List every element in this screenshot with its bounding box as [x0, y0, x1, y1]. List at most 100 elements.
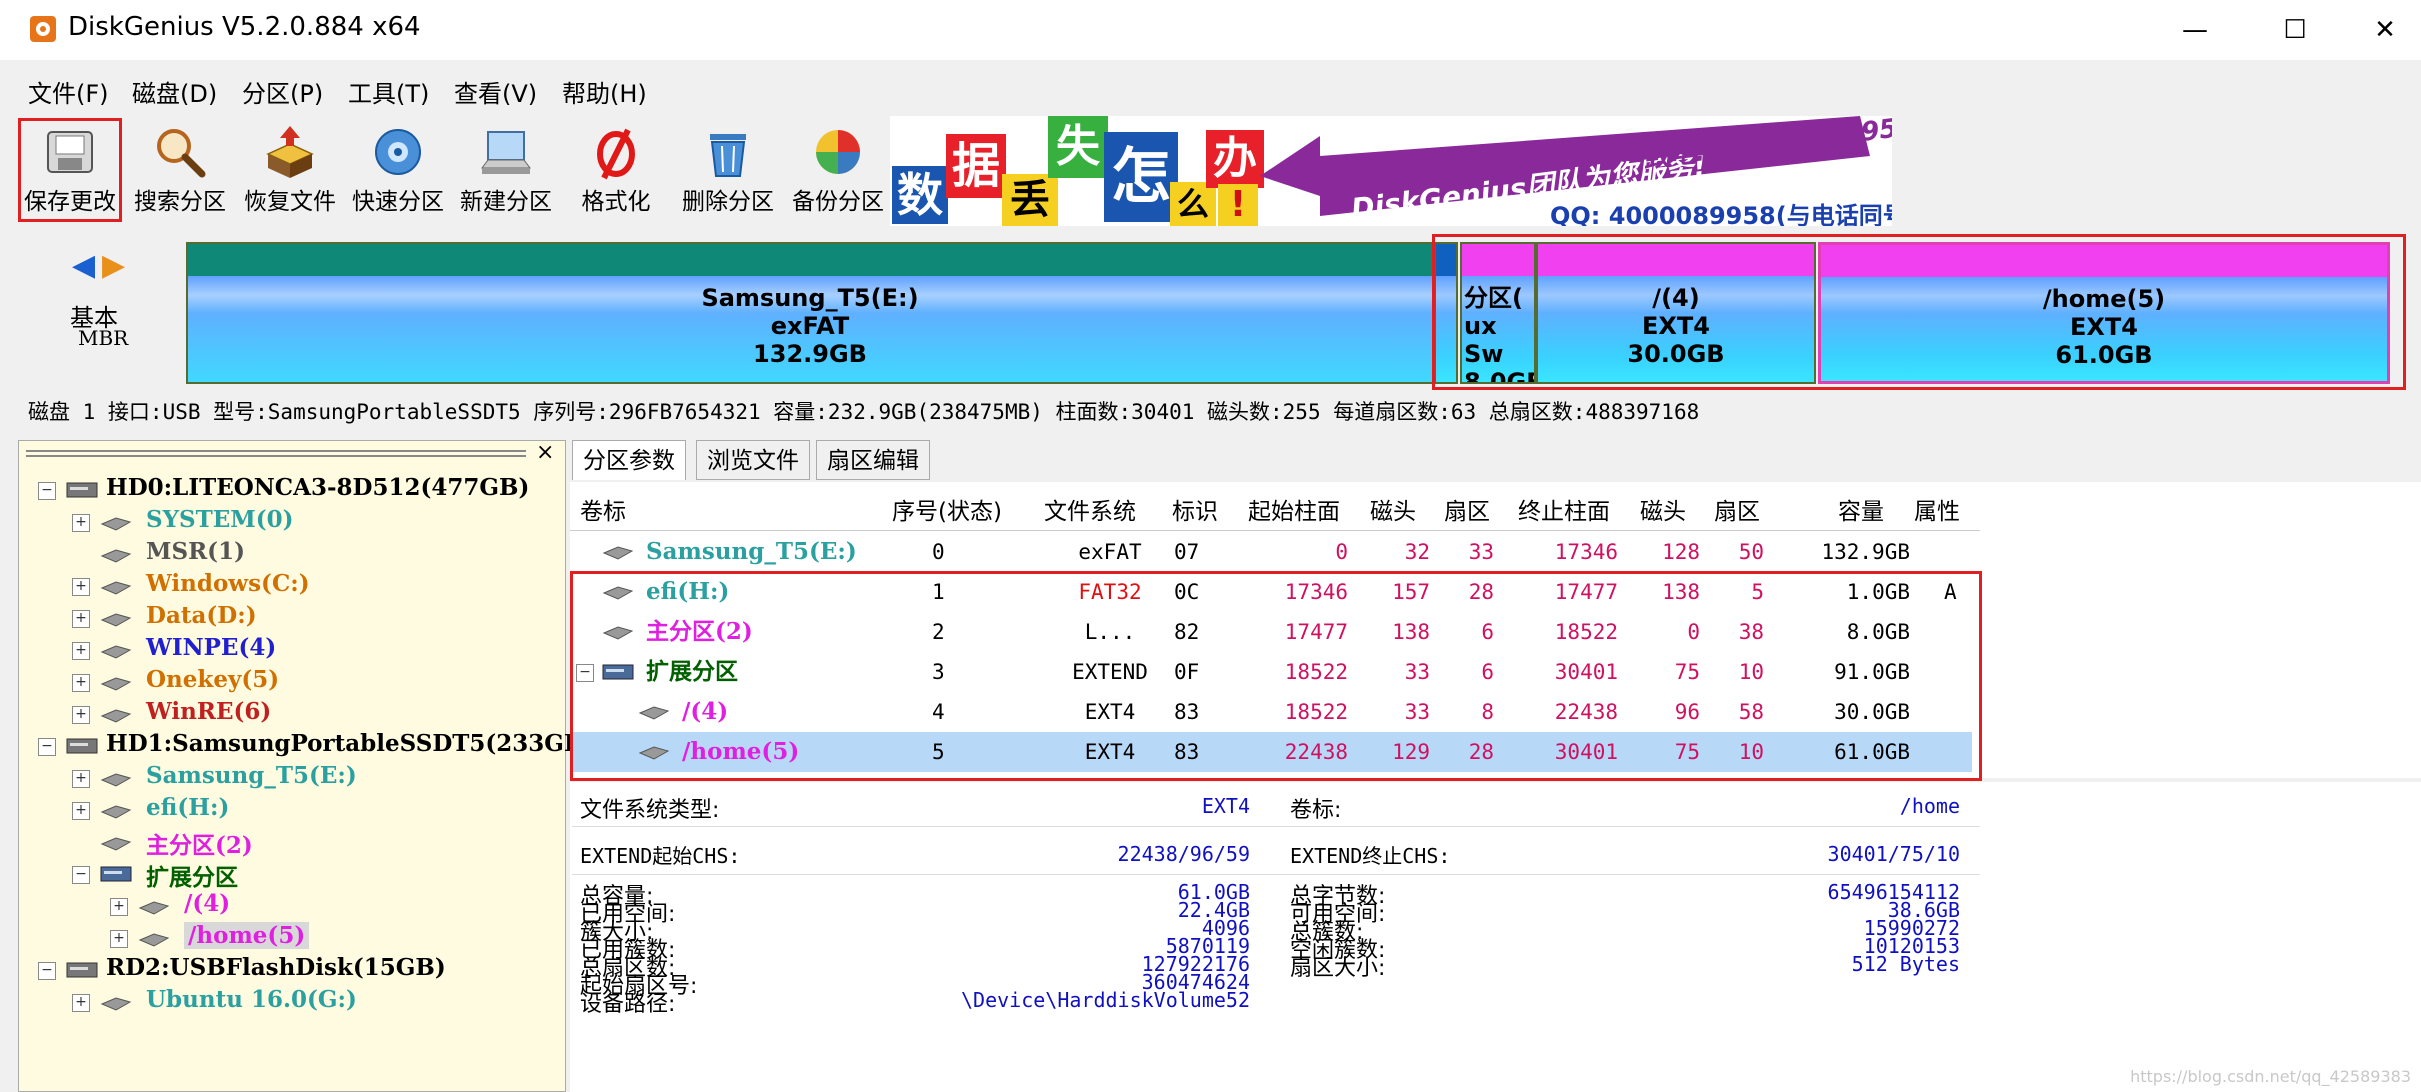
table-row[interactable]: Samsung_T5(E:) 0 exFAT 07 0 32 33 17346 128 50 132…	[572, 532, 1972, 572]
detail-value: 512 Bytes	[1851, 952, 1960, 976]
partition-icon	[100, 773, 132, 787]
col-header-label[interactable]: 卷标	[580, 492, 626, 526]
quick-partition-label: 快速分区	[352, 189, 444, 215]
tree-grip[interactable]	[26, 450, 526, 457]
backup-partition-button[interactable]: 备份分区	[788, 120, 888, 220]
menu-file[interactable]: 文件(F)	[28, 74, 109, 109]
tree-partition-root[interactable]: /(4)	[184, 890, 230, 917]
save-changes-button[interactable]: 保存更改	[20, 120, 120, 220]
tab-partition-params[interactable]: 分区参数	[572, 440, 686, 480]
advert-banner[interactable]: 数 据 丢 失 怎 么 办 ! DiskGenius团队为您服务! 致电: 40…	[890, 116, 1892, 226]
tree-partition-winpe[interactable]: WINPE(4)	[146, 634, 276, 661]
disk-info-line: 磁盘 1 接口:USB 型号:SamsungPortableSSDT5 序列号:…	[28, 400, 1700, 424]
collapse-icon[interactable]: −	[38, 738, 56, 756]
disk-style-label: MBR	[78, 326, 129, 350]
tree-partition-system[interactable]: SYSTEM(0)	[146, 506, 294, 533]
recover-files-label: 恢复文件	[244, 189, 336, 215]
quick-disc-icon	[375, 129, 421, 175]
table-cell: exFAT	[1078, 540, 1142, 564]
search-partition-button[interactable]: 搜索分区	[130, 120, 230, 220]
expand-icon[interactable]: +	[72, 770, 90, 788]
table-cell: 0	[932, 540, 945, 564]
expand-icon[interactable]: +	[72, 802, 90, 820]
expand-icon[interactable]: +	[110, 898, 128, 916]
tab-sector-editor[interactable]: 扇区编辑	[816, 440, 930, 480]
detail-fs-type-value: EXT4	[1201, 794, 1250, 818]
banner-char: 据	[946, 134, 1006, 198]
minimize-button[interactable]: —	[2150, 0, 2240, 60]
tree-disk-hd1[interactable]: HD1:SamsungPortableSSDT5(233GB)	[106, 730, 594, 757]
col-header-index[interactable]: 序号(状态)	[892, 492, 1002, 526]
table-cell: 07	[1174, 540, 1200, 564]
expand-icon[interactable]: +	[72, 706, 90, 724]
detail-ext-start-value: 22438/96/59	[1117, 842, 1250, 866]
partition-size: 132.9GB	[753, 340, 867, 368]
delete-partition-button[interactable]: 删除分区	[678, 120, 778, 220]
detail-value: \Device\HarddiskVolume52	[961, 988, 1250, 1012]
tree-partition-extended[interactable]: 扩展分区	[146, 858, 238, 892]
new-partition-button[interactable]: 新建分区	[456, 120, 556, 220]
expand-icon[interactable]: +	[72, 674, 90, 692]
tree-disk-rd2[interactable]: RD2:USBFlashDisk(15GB)	[106, 954, 446, 981]
tree-close-button[interactable]: ×	[536, 440, 554, 465]
col-header-capacity[interactable]: 容量	[1838, 492, 1884, 526]
recover-files-button[interactable]: 恢复文件	[240, 120, 340, 220]
expand-icon[interactable]: +	[72, 514, 90, 532]
collapse-icon[interactable]: −	[72, 866, 90, 884]
menu-help[interactable]: 帮助(H)	[562, 74, 647, 109]
table-highlight-box	[570, 571, 1982, 781]
tree-partition-efi[interactable]: efi(H:)	[146, 794, 229, 821]
tree-partition-ubuntu[interactable]: Ubuntu 16.0(G:)	[146, 986, 357, 1013]
tree-disk-hd0[interactable]: HD0:LITEONCA3-8D512(477GB)	[106, 474, 529, 501]
diskmap-partition-samsung[interactable]: Samsung_T5(E:) exFAT 132.9GB	[186, 242, 1434, 384]
col-header-fs[interactable]: 文件系统	[1044, 492, 1136, 526]
expand-icon[interactable]: +	[72, 642, 90, 660]
tree-partition-primary2[interactable]: 主分区(2)	[146, 826, 253, 860]
expand-icon[interactable]: +	[72, 578, 90, 596]
format-icon	[597, 128, 635, 180]
menu-partition[interactable]: 分区(P)	[242, 74, 323, 109]
partition-icon	[100, 645, 132, 659]
col-header-start-cyl[interactable]: 起始柱面	[1248, 492, 1340, 526]
tree-partition-home-selected[interactable]: /home(5)	[184, 922, 310, 949]
col-header-end-sector[interactable]: 扇区	[1714, 492, 1760, 526]
format-button[interactable]: 格式化	[566, 120, 666, 220]
col-header-attr[interactable]: 属性	[1914, 492, 1960, 526]
next-disk-icon[interactable]: ▶	[102, 248, 125, 283]
maximize-button[interactable]: ☐	[2250, 0, 2340, 60]
col-header-end-head[interactable]: 磁头	[1640, 492, 1686, 526]
partition-icon	[100, 997, 132, 1011]
table-cell: 33	[1468, 540, 1494, 564]
tree-partition-windows[interactable]: Windows(C:)	[146, 570, 310, 597]
tree-partition-msr[interactable]: MSR(1)	[146, 538, 245, 565]
tree-partition-onekey[interactable]: Onekey(5)	[146, 666, 279, 693]
expand-icon[interactable]: +	[72, 994, 90, 1012]
window-title: DiskGenius V5.2.0.884 x64	[68, 12, 421, 42]
detail-ext-start-label: EXTEND起始CHS:	[580, 844, 741, 868]
tree-partition-data[interactable]: Data(D:)	[146, 602, 257, 629]
detail-ext-end-label: EXTEND终止CHS:	[1290, 844, 1451, 868]
backup-pie-icon	[816, 130, 860, 174]
tab-browse-files[interactable]: 浏览文件	[696, 440, 810, 480]
quick-partition-button[interactable]: 快速分区	[348, 120, 448, 220]
extended-partition-icon	[100, 866, 132, 882]
col-header-id[interactable]: 标识	[1172, 492, 1218, 526]
prev-disk-icon[interactable]: ◀	[72, 248, 95, 283]
tree-partition-winre[interactable]: WinRE(6)	[146, 698, 271, 725]
menu-view[interactable]: 查看(V)	[454, 74, 537, 109]
hard-disk-icon	[66, 962, 98, 978]
col-header-sector[interactable]: 扇区	[1444, 492, 1490, 526]
close-button[interactable]: ✕	[2340, 0, 2421, 60]
col-header-head[interactable]: 磁头	[1370, 492, 1416, 526]
menu-tools[interactable]: 工具(T)	[348, 74, 429, 109]
col-header-end-cyl[interactable]: 终止柱面	[1518, 492, 1610, 526]
collapse-icon[interactable]: −	[38, 962, 56, 980]
expand-icon[interactable]: +	[110, 930, 128, 948]
tree-partition-samsung[interactable]: Samsung_T5(E:)	[146, 762, 357, 789]
save-changes-label: 保存更改	[24, 189, 116, 215]
expand-icon[interactable]: +	[72, 610, 90, 628]
menu-disk[interactable]: 磁盘(D)	[132, 74, 217, 109]
app-logo-icon	[30, 16, 56, 42]
collapse-icon[interactable]: −	[38, 482, 56, 500]
diskmap-highlight-box	[1432, 234, 2406, 390]
